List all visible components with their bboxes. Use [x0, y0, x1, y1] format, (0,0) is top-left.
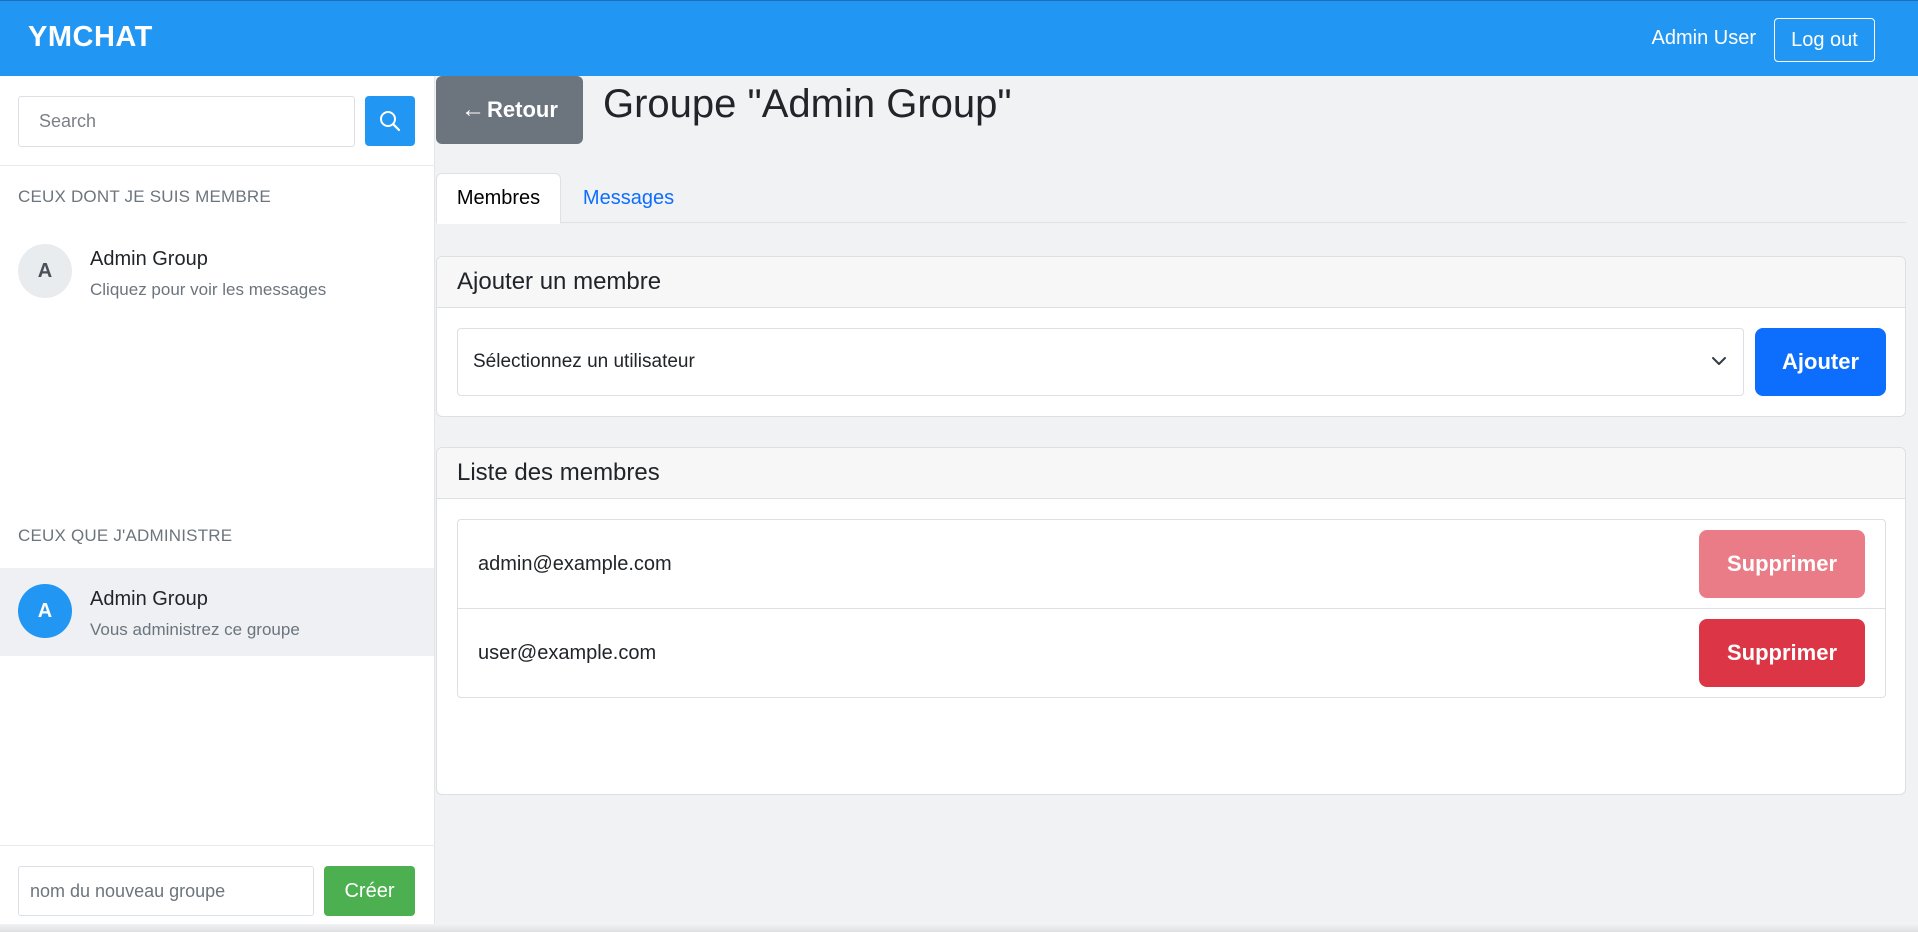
member-list-card: Liste des membres admin@example.com Supp… [436, 447, 1906, 795]
search-button[interactable] [365, 96, 415, 146]
avatar: A [18, 244, 72, 298]
group-item-member-admin-group[interactable]: A Admin Group Cliquez pour voir les mess… [0, 228, 434, 316]
group-subtitle: Cliquez pour voir les messages [90, 280, 327, 299]
sidebar: CEUX DONT JE SUIS MEMBRE A Admin Group C… [0, 76, 435, 932]
new-group-name-input[interactable] [18, 866, 314, 916]
member-list: admin@example.com Supprimer user@example… [457, 519, 1886, 698]
member-row: admin@example.com Supprimer [458, 520, 1885, 609]
search-icon [380, 111, 401, 132]
delete-member-button[interactable]: Supprimer [1699, 619, 1865, 687]
horizontal-scrollbar[interactable] [0, 924, 1918, 932]
member-email: admin@example.com [478, 553, 672, 575]
search-input[interactable] [19, 97, 354, 146]
arrow-left-icon: ← [461, 96, 486, 123]
group-subtitle: Vous administrez ce groupe [90, 620, 300, 639]
tab-bar: Membres Messages [436, 173, 1906, 224]
main-content: ← Retour Groupe "Admin Group" Membres Me… [436, 76, 1918, 932]
add-member-button[interactable]: Ajouter [1755, 328, 1886, 396]
avatar: A [18, 584, 72, 638]
chevron-down-icon [1712, 357, 1726, 365]
member-groups-heading: CEUX DONT JE SUIS MEMBRE [18, 187, 271, 206]
create-group-button[interactable]: Créer [324, 866, 415, 916]
member-list-header: Liste des membres [437, 448, 1905, 499]
logout-button[interactable]: Log out [1774, 18, 1875, 62]
member-row: user@example.com Supprimer [458, 609, 1885, 697]
page-title: Groupe "Admin Group" [603, 82, 1012, 126]
search-field [18, 96, 355, 147]
user-select[interactable]: Sélectionnez un utilisateur [457, 328, 1744, 396]
app-brand[interactable]: YMCHAT [28, 21, 153, 54]
user-select-value: Sélectionnez un utilisateur [473, 351, 695, 372]
top-navbar: YMCHAT Admin User Log out [0, 0, 1918, 76]
group-name: Admin Group [90, 588, 208, 610]
admin-groups-heading: CEUX QUE J'ADMINISTRE [18, 526, 233, 545]
group-name: Admin Group [90, 248, 208, 270]
sidebar-divider [0, 165, 435, 166]
member-email: user@example.com [478, 642, 657, 664]
group-item-admin-admin-group[interactable]: A Admin Group Vous administrez ce groupe [0, 568, 434, 656]
back-button[interactable]: ← Retour [436, 76, 583, 144]
delete-member-button[interactable]: Supprimer [1699, 530, 1865, 598]
tab-messages[interactable]: Messages [561, 173, 696, 224]
current-user-name: Admin User [1651, 27, 1756, 49]
back-label: Retour [487, 97, 558, 122]
add-member-card: Ajouter un membre Sélectionnez un utilis… [436, 256, 1906, 417]
tab-membres[interactable]: Membres [436, 173, 561, 224]
add-member-header: Ajouter un membre [437, 257, 1905, 308]
sidebar-footer-divider [0, 845, 435, 846]
